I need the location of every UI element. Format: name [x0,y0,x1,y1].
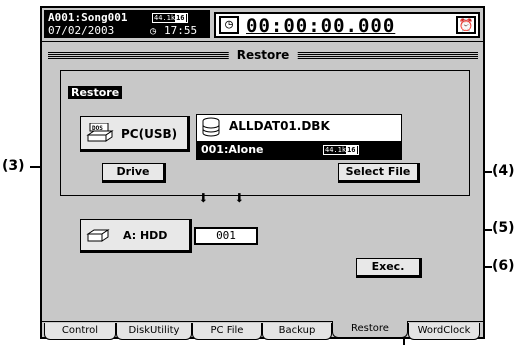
backup-file-name: ALLDAT01.DBK [229,119,330,133]
format-bits: 16 [175,14,186,22]
song-date: 07/02/2003 [48,24,115,37]
format-rate: 44.1k [154,14,176,22]
time-counter: 00:00:00.000 [246,15,396,37]
page-title: Restore [228,48,298,62]
tab-control[interactable]: Control [44,323,116,340]
source-drive-button[interactable]: DOS PC(USB) [80,116,190,152]
dos-drive-icon: DOS [86,123,114,142]
status-header: A001:Song001 07/02/2003 44.1k16 ◷ 17:55 … [42,8,483,42]
backup-file-box[interactable]: ALLDAT01.DBK 001:Alone 44.1k16 [196,114,402,160]
down-arrow-icon: ⬇ [234,188,245,209]
restore-section-label: Restore [68,86,123,99]
hdd-icon [86,229,110,242]
song-info-box[interactable]: A001:Song001 07/02/2003 44.1k16 ◷ 17:55 [44,10,210,38]
selected-song-name: 001:Alone [201,143,264,156]
callout-6: (6) [492,258,515,274]
song-name: A001:Song001 [48,11,128,24]
time-counter-box[interactable]: ◷ 00:00:00.000 ⏰ [214,12,480,38]
select-file-button[interactable]: Select File [338,163,420,183]
drive-button[interactable]: Drive [102,163,166,183]
clock-time: 17:55 [164,24,198,37]
song-format-badge: 44.1k16 [323,145,359,155]
tab-diskutility[interactable]: DiskUtility [116,323,192,340]
locate-icon[interactable]: ◷ [219,16,239,34]
restore-screen: A001:Song001 07/02/2003 44.1k16 ◷ 17:55 … [40,6,485,340]
callout-3: (3) [2,158,25,174]
format-badge: 44.1k16 [152,13,188,23]
callout-4: (4) [492,163,515,179]
destination-drive-label: A: HDD [123,229,168,242]
callout-5: (5) [492,220,515,236]
tab-restore[interactable]: Restore [332,321,408,338]
clock-icon: ◷ [150,26,157,37]
down-arrow-icon: ⬇ [198,188,209,209]
destination-song-number[interactable]: 001 [194,227,258,245]
tab-bar: Control DiskUtility PC File Backup Resto… [42,321,483,340]
song-format-rate: 44.1k [325,146,347,154]
page-title-bar: Restore [48,48,478,64]
tab-backup[interactable]: Backup [262,323,332,340]
destination-drive-button[interactable]: A: HDD [80,219,192,253]
source-drive-label: PC(USB) [121,127,178,141]
database-icon [202,117,220,137]
exec-button[interactable]: Exec. [356,258,422,278]
tab-pc-file[interactable]: PC File [192,323,262,340]
song-format-bits: 16 [346,146,357,154]
tab-wordclock[interactable]: WordClock [408,323,480,340]
metronome-icon[interactable]: ⏰ [456,16,476,34]
selected-song-row[interactable]: 001:Alone 44.1k16 [197,141,401,159]
